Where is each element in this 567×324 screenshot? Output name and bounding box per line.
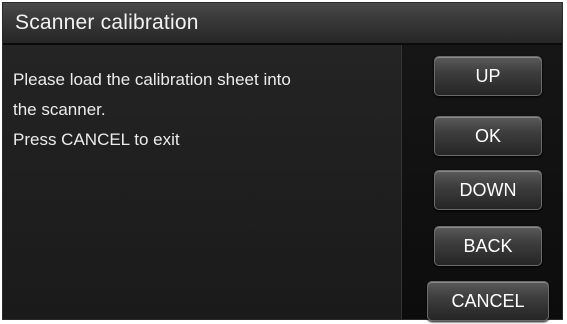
message-line: Press CANCEL to exit [13, 130, 180, 149]
scanner-calibration-screen: Scanner calibration Please load the cali… [2, 2, 563, 320]
title-bar: Scanner calibration [3, 3, 562, 45]
down-button[interactable]: DOWN [434, 170, 542, 210]
up-button[interactable]: UP [434, 56, 542, 96]
back-button[interactable]: BACK [434, 226, 542, 266]
message-line: the scanner. [13, 100, 106, 119]
cancel-button[interactable]: CANCEL [427, 281, 549, 321]
ok-button[interactable]: OK [434, 116, 542, 156]
message-panel: Please load the calibration sheet into t… [3, 45, 401, 319]
page-title: Scanner calibration [15, 11, 199, 34]
instruction-message: Please load the calibration sheet into t… [13, 65, 393, 155]
message-line: Please load the calibration sheet into [13, 70, 291, 89]
